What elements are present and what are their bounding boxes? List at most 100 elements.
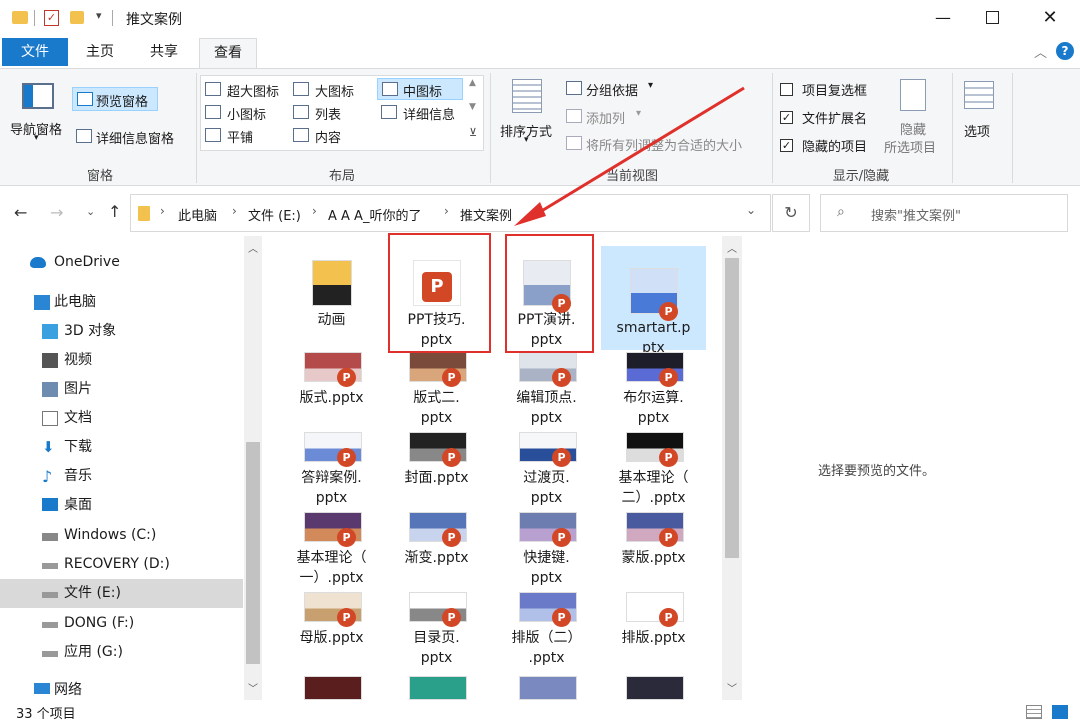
- tab-view[interactable]: 查看: [199, 38, 257, 69]
- breadcrumb-drive-e[interactable]: 文件 (E:): [248, 205, 301, 224]
- nav-item-pictures[interactable]: 图片: [0, 375, 243, 404]
- file-item[interactable]: P 过渡页. pptx: [494, 430, 599, 508]
- nav-item-drive-e[interactable]: 文件 (E:): [0, 579, 243, 608]
- file-item[interactable]: P 排版.pptx: [601, 590, 706, 668]
- close-button[interactable]: ✕: [1030, 0, 1070, 36]
- up-icon[interactable]: ↑: [108, 202, 121, 221]
- details-pane-button[interactable]: 详细信息窗格: [74, 125, 190, 149]
- file-item[interactable]: P 编辑顶点. pptx: [494, 350, 599, 428]
- nav-item-desktop[interactable]: 桌面: [0, 491, 243, 520]
- file-item[interactable]: P 基本理论（ 二）.pptx: [601, 430, 706, 508]
- content-icon: [293, 128, 309, 142]
- powerpoint-icon: P: [337, 368, 356, 387]
- file-item[interactable]: P 布尔运算. pptx: [601, 350, 706, 428]
- file-name-line: 一）.pptx: [299, 570, 364, 586]
- customize-toolbar-icon[interactable]: ▾: [96, 9, 102, 22]
- breadcrumb-folder[interactable]: A A A_听你的了: [328, 205, 421, 224]
- item-checkboxes-toggle[interactable]: 项目复选框: [780, 79, 890, 99]
- scroll-thumb[interactable]: [725, 258, 739, 558]
- collapse-ribbon-icon[interactable]: ︿: [1034, 42, 1047, 61]
- tab-file[interactable]: 文件: [2, 38, 68, 66]
- tab-home[interactable]: 主页: [70, 38, 130, 66]
- dropdown-arrow-icon: ▾: [34, 133, 39, 143]
- options-button[interactable]: 选项: [958, 77, 1004, 151]
- file-item[interactable]: P 目录页. pptx: [384, 590, 489, 668]
- navigation-pane-button[interactable]: 导航窗格 ▾: [6, 79, 68, 145]
- file-item[interactable]: P 基本理论（ 一）.pptx: [279, 510, 384, 588]
- hide-selected-icon: [900, 79, 926, 111]
- checkbox-checked: ✓: [780, 139, 793, 152]
- scroll-up-icon[interactable]: ︿: [727, 240, 737, 255]
- nav-item-documents[interactable]: 文档: [0, 404, 243, 433]
- layout-small-icons[interactable]: 小图标: [205, 103, 291, 123]
- file-item[interactable]: P 版式二. pptx: [384, 350, 489, 428]
- file-name-line: 编辑顶点.: [516, 390, 577, 406]
- folder-item[interactable]: 动画: [279, 250, 384, 350]
- layout-large-icons[interactable]: 大图标: [293, 80, 373, 100]
- file-item[interactable]: P 答辩案例. pptx: [279, 430, 384, 508]
- file-item[interactable]: P 版式.pptx: [279, 350, 384, 428]
- file-item[interactable]: P 封面.pptx: [384, 430, 489, 508]
- preview-pane-button[interactable]: 预览窗格: [72, 87, 158, 111]
- new-folder-icon[interactable]: [70, 11, 84, 24]
- large-icons-view-icon[interactable]: [1052, 705, 1068, 719]
- layout-tiles[interactable]: 平铺: [205, 126, 291, 146]
- refresh-button[interactable]: ↻: [772, 194, 810, 232]
- nav-item-drive-d[interactable]: RECOVERY (D:): [0, 550, 243, 579]
- back-icon[interactable]: ←: [14, 203, 27, 222]
- search-box[interactable]: ⌕ 搜索"推文案例": [820, 194, 1068, 232]
- layout-list[interactable]: 列表: [293, 103, 373, 123]
- nav-item-3d-objects[interactable]: 3D 对象: [0, 317, 243, 346]
- gallery-scroll-up-icon[interactable]: ▲: [469, 78, 476, 88]
- tab-share[interactable]: 共享: [134, 38, 194, 66]
- file-extensions-toggle[interactable]: ✓ 文件扩展名: [780, 107, 890, 127]
- file-item[interactable]: P 渐变.pptx: [384, 510, 489, 588]
- file-item[interactable]: P 蒙版.pptx: [601, 510, 706, 588]
- layout-extra-large-icons[interactable]: 超大图标: [205, 80, 291, 100]
- file-name-line: pptx: [420, 650, 453, 666]
- drive-icon: [42, 651, 58, 657]
- nav-item-downloads[interactable]: ⬇ 下载: [0, 433, 243, 462]
- minimize-button[interactable]: —: [920, 0, 966, 36]
- file-item[interactable]: P 快捷键. pptx: [494, 510, 599, 588]
- nav-item-drive-c[interactable]: Windows (C:): [0, 521, 243, 550]
- nav-item-onedrive[interactable]: OneDrive: [0, 248, 243, 277]
- forward-icon[interactable]: →: [50, 203, 63, 222]
- nav-item-this-pc[interactable]: 此电脑: [0, 288, 243, 317]
- file-item[interactable]: P 母版.pptx: [279, 590, 384, 668]
- pptx-thumbnail[interactable]: [626, 676, 684, 700]
- layout-medium-icons[interactable]: 中图标: [377, 78, 463, 100]
- group-label-panes: 窗格: [86, 169, 113, 184]
- help-icon[interactable]: ?: [1056, 42, 1074, 60]
- recent-locations-icon[interactable]: ⌄: [86, 205, 95, 218]
- file-item[interactable]: Psmartart.p ptx: [601, 246, 706, 356]
- pptx-thumbnail[interactable]: [304, 676, 362, 700]
- nav-item-videos[interactable]: 视频: [0, 346, 243, 375]
- layout-content[interactable]: 内容: [293, 126, 373, 146]
- file-item[interactable]: P 排版（二） .pptx: [494, 590, 599, 668]
- details-view-icon[interactable]: [1026, 705, 1042, 719]
- gallery-expand-icon[interactable]: ⊻: [469, 126, 477, 139]
- layout-details[interactable]: 详细信息: [381, 103, 467, 123]
- nav-item-drive-f[interactable]: DONG (F:): [0, 609, 243, 638]
- hide-selected-button[interactable]: 隐藏 所选项目: [882, 77, 946, 157]
- pptx-thumbnail[interactable]: [519, 676, 577, 700]
- scroll-down-icon[interactable]: ﹀: [248, 680, 258, 695]
- divider: [34, 10, 35, 26]
- scroll-down-icon[interactable]: ﹀: [727, 680, 737, 695]
- scroll-thumb[interactable]: [246, 442, 260, 664]
- drive-icon: [42, 592, 58, 598]
- files-scrollbar[interactable]: ︿ ﹀: [722, 236, 742, 700]
- hidden-items-toggle[interactable]: ✓ 隐藏的项目: [780, 135, 890, 155]
- gallery-scroll-down-icon[interactable]: ▼: [469, 102, 476, 112]
- scroll-up-icon[interactable]: ︿: [248, 240, 258, 255]
- nav-item-music[interactable]: ♪ 音乐: [0, 462, 243, 491]
- maximize-button[interactable]: [986, 11, 999, 24]
- ribbon-tabs: 文件 主页 共享 查看 ︿ ?: [0, 36, 1080, 69]
- breadcrumb-this-pc[interactable]: 此电脑: [178, 205, 217, 224]
- pptx-thumbnail[interactable]: [409, 676, 467, 700]
- properties-icon[interactable]: ✓: [44, 10, 59, 26]
- nav-scrollbar[interactable]: ︿ ﹀: [244, 236, 262, 700]
- file-name-line: 排版.pptx: [621, 630, 686, 646]
- nav-item-drive-g[interactable]: 应用 (G:): [0, 638, 243, 667]
